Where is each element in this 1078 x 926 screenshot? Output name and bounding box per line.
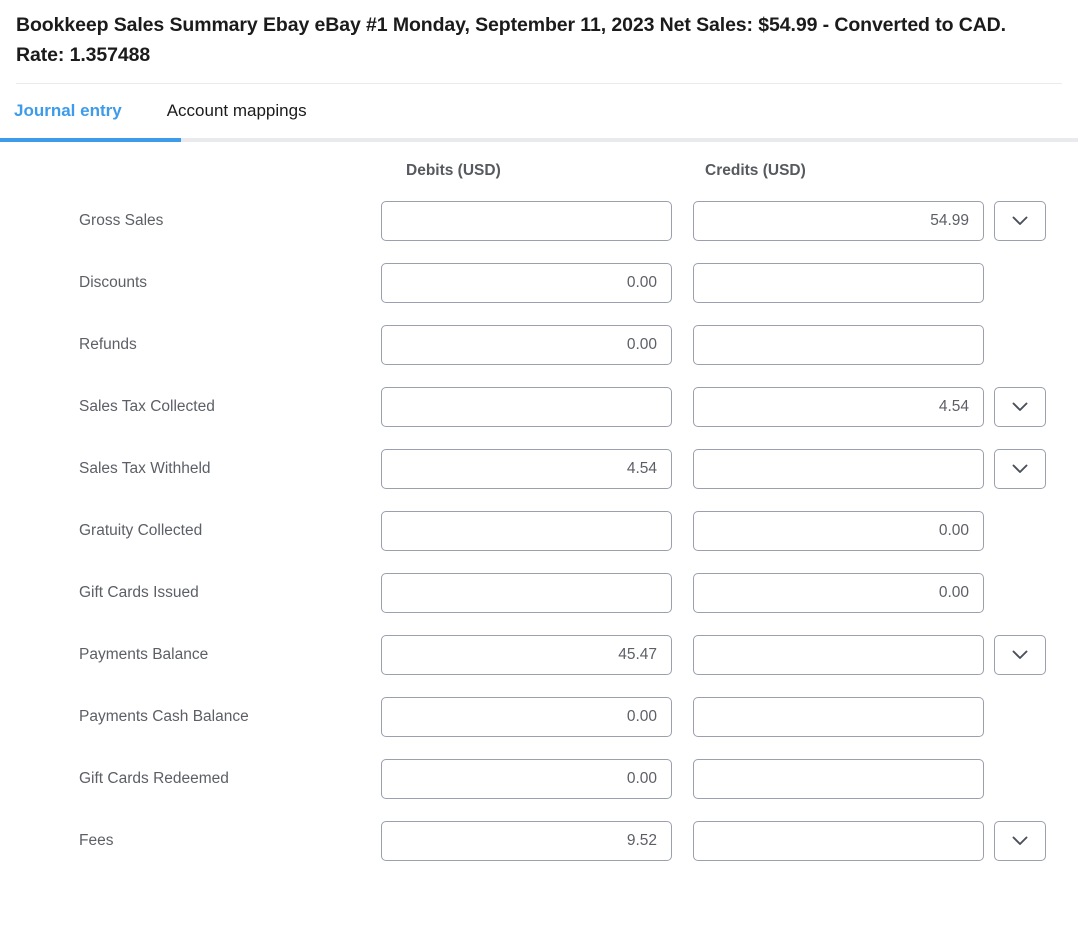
- journal-entry-grid: Debits (USD) Credits (USD) Gross Sales 54…: [0, 142, 1078, 872]
- row-label: Sales Tax Collected: [79, 398, 215, 415]
- credit-input[interactable]: [693, 449, 984, 489]
- row-label: Sales Tax Withheld: [79, 460, 211, 477]
- credit-input[interactable]: 0.00: [693, 573, 984, 613]
- table-row: Payments Cash Balance 0.00: [0, 686, 1078, 748]
- row-label: Gift Cards Issued: [79, 584, 199, 601]
- credit-input[interactable]: 54.99: [693, 201, 984, 241]
- table-row: Discounts 0.00: [0, 252, 1078, 314]
- table-row: Gift Cards Issued 0.00: [0, 562, 1078, 624]
- credit-input[interactable]: 4.54: [693, 387, 984, 427]
- column-header-debits: Debits (USD): [406, 162, 501, 179]
- active-tab-underline: [0, 138, 181, 142]
- journal-rows: Gross Sales 54.99 Discounts 0.00 Refunds 0.00…: [0, 190, 1078, 872]
- credit-input[interactable]: [693, 635, 984, 675]
- page-header: Bookkeep Sales Summary Ebay eBay #1 Mond…: [0, 0, 1078, 84]
- chevron-down-icon[interactable]: [994, 201, 1046, 241]
- chevron-down-icon[interactable]: [994, 387, 1046, 427]
- table-row: Sales Tax Collected 4.54: [0, 376, 1078, 438]
- debit-input[interactable]: 45.47: [381, 635, 672, 675]
- chevron-down-icon[interactable]: [994, 635, 1046, 675]
- table-row: Refunds 0.00: [0, 314, 1078, 376]
- journal-entry-page: Bookkeep Sales Summary Ebay eBay #1 Mond…: [0, 0, 1078, 926]
- debit-input[interactable]: 0.00: [381, 759, 672, 799]
- debit-input[interactable]: 9.52: [381, 821, 672, 861]
- debit-input[interactable]: 0.00: [381, 697, 672, 737]
- tab-journal-entry[interactable]: Journal entry: [14, 84, 142, 138]
- tab-journal-entry-label: Journal entry: [14, 101, 122, 120]
- row-label: Payments Balance: [79, 646, 209, 663]
- chevron-down-icon[interactable]: [994, 821, 1046, 861]
- table-row: Sales Tax Withheld 4.54: [0, 438, 1078, 500]
- table-row: Payments Balance 45.47: [0, 624, 1078, 686]
- credit-input[interactable]: 0.00: [693, 511, 984, 551]
- table-row: Gift Cards Redeemed 0.00: [0, 748, 1078, 810]
- debit-input[interactable]: 0.00: [381, 325, 672, 365]
- row-label: Gift Cards Redeemed: [79, 770, 229, 787]
- credit-input[interactable]: [693, 759, 984, 799]
- page-title: Bookkeep Sales Summary Ebay eBay #1 Mond…: [16, 14, 1006, 66]
- tab-account-mappings[interactable]: Account mappings: [167, 84, 327, 138]
- table-row: Gratuity Collected 0.00: [0, 500, 1078, 562]
- row-label: Discounts: [79, 274, 148, 291]
- chevron-down-icon[interactable]: [994, 449, 1046, 489]
- debit-input[interactable]: [381, 201, 672, 241]
- table-row: Gross Sales 54.99: [0, 190, 1078, 252]
- row-label: Gratuity Collected: [79, 522, 203, 539]
- debit-input[interactable]: [381, 387, 672, 427]
- column-headers: Debits (USD) Credits (USD): [0, 156, 1078, 190]
- table-row: Fees 9.52: [0, 810, 1078, 872]
- debit-input[interactable]: [381, 511, 672, 551]
- debit-input[interactable]: 4.54: [381, 449, 672, 489]
- row-label: Fees: [79, 832, 114, 849]
- tab-divider: [0, 138, 1078, 142]
- row-label: Payments Cash Balance: [79, 708, 249, 725]
- row-label: Refunds: [79, 336, 137, 353]
- tab-account-mappings-label: Account mappings: [166, 101, 307, 120]
- column-header-credits: Credits (USD): [705, 162, 806, 179]
- debit-input[interactable]: 0.00: [381, 263, 672, 303]
- credit-input[interactable]: [693, 263, 984, 303]
- debit-input[interactable]: [381, 573, 672, 613]
- row-label: Gross Sales: [79, 212, 164, 229]
- credit-input[interactable]: [693, 325, 984, 365]
- credit-input[interactable]: [693, 821, 984, 861]
- credit-input[interactable]: [693, 697, 984, 737]
- tab-bar: Journal entry Account mappings: [0, 84, 1078, 138]
